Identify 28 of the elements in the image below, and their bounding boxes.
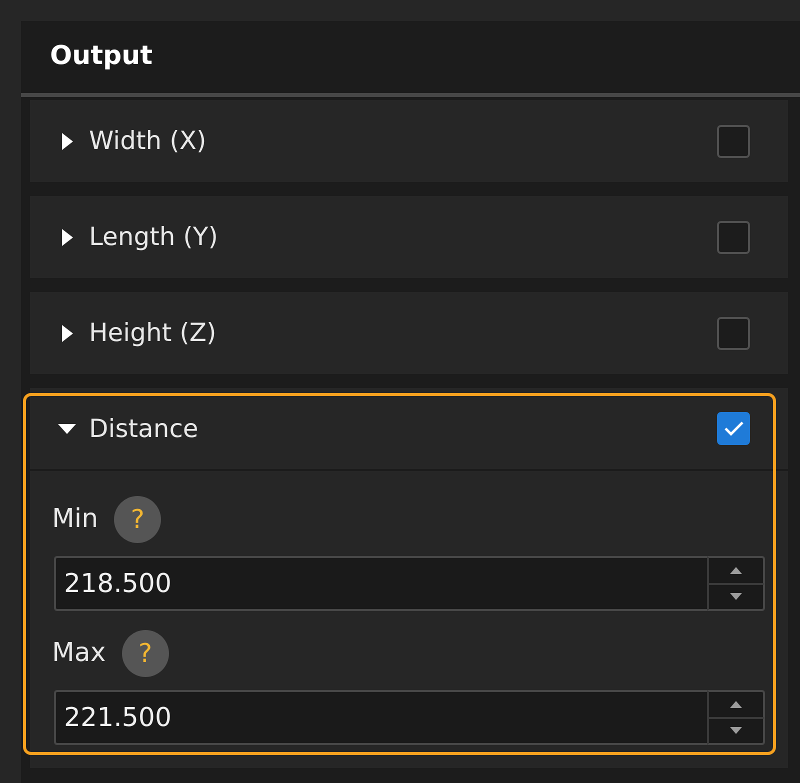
panel-title: Output [50,41,153,73]
caret-right-icon[interactable] [62,324,73,342]
caret-up-icon [730,566,742,574]
section-title: Height (Z) [89,318,216,348]
field-label: Max [52,638,106,670]
section-title: Distance [89,414,198,444]
checkbox[interactable] [717,124,750,158]
spin-up-button[interactable] [707,556,765,584]
checkbox[interactable] [717,316,750,350]
spin-down-button[interactable] [707,584,765,611]
help-button[interactable]: ? [122,630,169,677]
caret-right-icon[interactable] [62,132,73,150]
number-input[interactable]: 221.500 [54,690,707,745]
spin-down-button[interactable] [707,718,765,745]
spin-up-button[interactable] [707,690,765,718]
caret-down-icon[interactable] [58,424,76,434]
caret-down-icon [730,593,742,600]
checkbox[interactable] [717,220,750,254]
field-label: Min [52,504,98,536]
caret-down-icon [730,727,742,734]
number-input[interactable]: 218.500 [54,556,707,611]
caret-up-icon [730,700,742,708]
check-icon [724,421,744,436]
section-title: Length (Y) [89,222,218,252]
help-button[interactable]: ? [114,496,162,543]
section-title: Width (X) [89,126,206,156]
checkbox[interactable] [717,412,750,445]
caret-right-icon[interactable] [62,228,73,246]
